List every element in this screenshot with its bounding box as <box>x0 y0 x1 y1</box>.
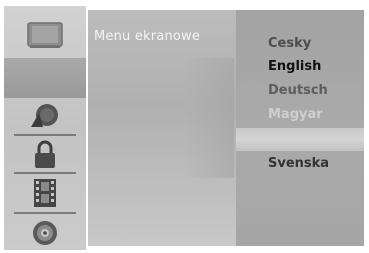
menu-highlight-bar[interactable] <box>236 128 364 151</box>
sidebar-item-lock[interactable] <box>4 138 86 172</box>
language-option[interactable]: Cesky <box>268 36 311 51</box>
padlock-icon <box>35 140 55 168</box>
sidebar-divider <box>14 212 76 214</box>
setup-category-sidebar <box>4 6 86 250</box>
sidebar-item-disc[interactable] <box>4 216 86 250</box>
tv-screen-icon <box>27 22 63 48</box>
language-options-menu: Cesky English Deutsch Magyar Svenska <box>236 10 364 246</box>
sidebar-item-display[interactable] <box>4 12 86 58</box>
setting-label-on-screen-menu[interactable]: Menu ekranowe <box>94 29 200 44</box>
sidebar-item-language[interactable] <box>4 58 86 98</box>
language-option[interactable]: Deutsch <box>268 83 328 98</box>
sidebar-divider <box>14 134 76 136</box>
language-option[interactable]: Svenska <box>268 156 329 171</box>
audio-disc-icon <box>31 104 58 127</box>
dvd-setup-screen: Menu ekranowe Cesky English Deutsch Magy… <box>0 0 369 253</box>
sidebar-item-others[interactable] <box>4 176 86 210</box>
dvd-disc-icon <box>33 221 57 245</box>
film-strip-icon <box>34 179 56 207</box>
sidebar-item-audio[interactable] <box>4 98 86 134</box>
sidebar-divider <box>14 172 76 174</box>
language-option-faded[interactable]: Magyar <box>268 107 323 122</box>
language-option-active[interactable]: English <box>268 59 321 74</box>
panel-shading <box>184 58 234 178</box>
